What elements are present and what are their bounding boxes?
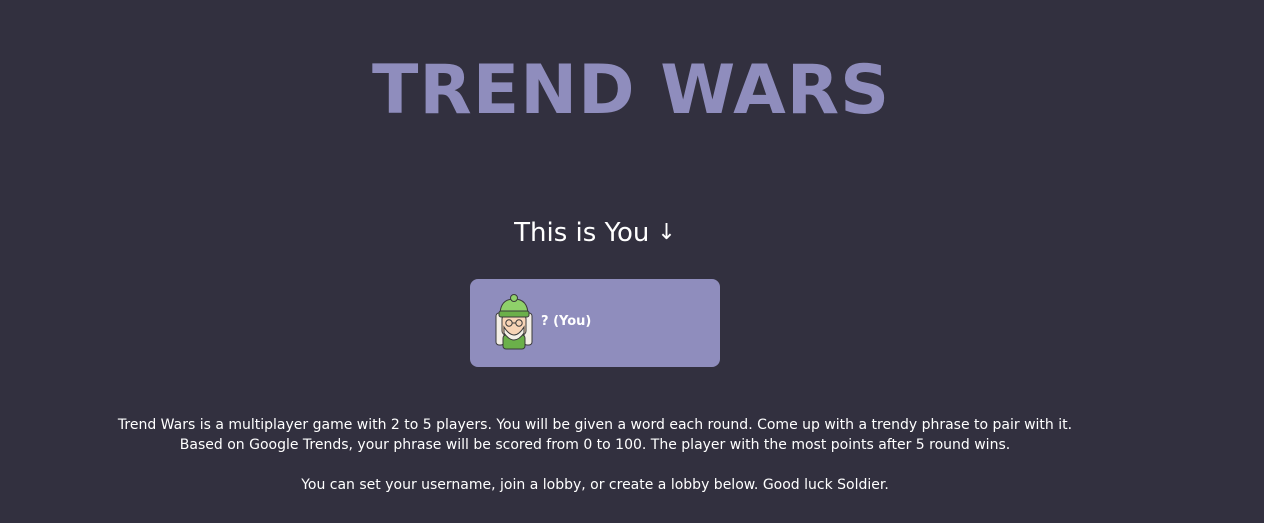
you-heading-label: This is You — [514, 218, 650, 248]
page-title: TREND WARS — [372, 51, 891, 130]
you-heading: This is You ↓ — [0, 215, 1190, 251]
player-name: ? (You) — [541, 314, 592, 329]
player-card[interactable]: ? (You) — [470, 279, 720, 367]
description-line: Based on Google Trends, your phrase will… — [179, 437, 1011, 453]
description-line: You can set your username, join a lobby,… — [301, 477, 889, 493]
description-line: Trend Wars is a multiplayer game with 2 … — [117, 417, 1073, 433]
arrow-down-icon: ↓ — [657, 220, 676, 245]
game-description: Trend Wars is a multiplayer game with 2 … — [0, 415, 1190, 495]
elf-avatar-icon — [495, 294, 533, 350]
